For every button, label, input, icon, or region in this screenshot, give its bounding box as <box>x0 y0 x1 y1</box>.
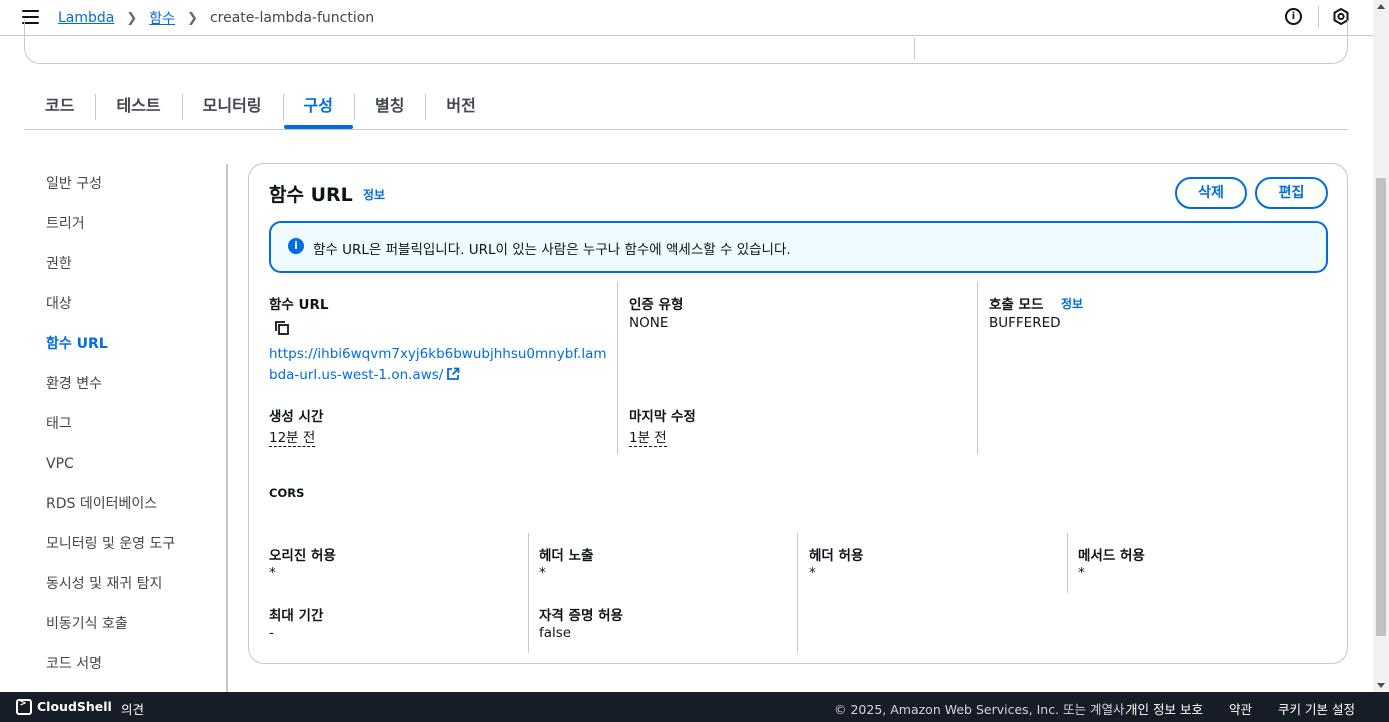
sidenav-item-code-signing[interactable]: 코드 서명 <box>0 644 228 684</box>
delete-button[interactable]: 삭제 <box>1175 177 1247 209</box>
scrollbar-thumb[interactable] <box>1376 178 1386 636</box>
sidenav-item-general[interactable]: 일반 구성 <box>0 164 228 204</box>
cloudshell-link[interactable]: CloudShell <box>37 699 112 714</box>
column-divider <box>977 282 978 454</box>
panel-title: 함수 URL <box>269 184 353 206</box>
tab-monitoring[interactable]: 모니터링 <box>181 88 283 126</box>
invoke-mode-info-link[interactable]: 정보 <box>1061 295 1083 312</box>
page-scrollbar[interactable] <box>1373 0 1389 692</box>
copyright-text: © 2025, Amazon Web Services, Inc. 또는 계열사… <box>834 702 1129 717</box>
allow-headers-label: 헤더 허용 <box>809 548 864 564</box>
tab-code[interactable]: 코드 <box>24 88 95 126</box>
sidenav-item-permissions[interactable]: 권한 <box>0 244 228 284</box>
allow-methods-label: 메서드 허용 <box>1078 548 1145 564</box>
allow-methods-value: * <box>1078 565 1085 581</box>
sidenav-item-triggers[interactable]: 트리거 <box>0 204 228 244</box>
previous-panel-edge <box>24 20 1348 64</box>
function-url-value[interactable]: https://ihbi6wqvm7xyj6kb6bwubjhhsu0mnybf… <box>269 344 609 386</box>
allow-origin-label: 오리진 허용 <box>269 548 336 564</box>
sidenav-item-vpc[interactable]: VPC <box>0 444 228 484</box>
cloudshell-icon[interactable] <box>16 698 32 715</box>
scroll-down-arrow-icon[interactable] <box>1377 683 1385 688</box>
modified-label: 마지막 수정 <box>629 409 696 425</box>
expose-headers-value: * <box>539 565 546 581</box>
sidenav-item-rds-databases[interactable]: RDS 데이터베이스 <box>0 484 228 524</box>
invoke-mode-value: BUFFERED <box>989 315 1061 331</box>
tab-aliases[interactable]: 별칭 <box>353 88 425 126</box>
configuration-side-nav: 일반 구성 트리거 권한 대상 함수 URL 환경 변수 태그 VPC RDS … <box>0 164 228 684</box>
sidenav-item-tags[interactable]: 태그 <box>0 404 228 444</box>
terms-link[interactable]: 약관 <box>1229 699 1252 718</box>
column-divider <box>797 533 798 653</box>
sidenav-item-monitoring-tools[interactable]: 모니터링 및 운영 도구 <box>0 524 228 564</box>
console-footer: CloudShell 의견 © 2025, Amazon Web Service… <box>0 692 1389 722</box>
edit-button[interactable]: 편집 <box>1255 177 1328 209</box>
sidenav-item-concurrency[interactable]: 동시성 및 재귀 탐지 <box>0 564 228 604</box>
sidenav-item-destinations[interactable]: 대상 <box>0 284 228 324</box>
expose-headers-label: 헤더 노출 <box>539 548 594 564</box>
function-url-label: 함수 URL <box>269 297 329 313</box>
auth-type-value: NONE <box>629 315 669 331</box>
auth-type-label: 인증 유형 <box>629 297 684 313</box>
function-url-link[interactable]: https://ihbi6wqvm7xyj6kb6bwubjhhsu0mnybf… <box>269 346 607 383</box>
modified-value[interactable]: 1분 전 <box>629 430 667 447</box>
sidenav-item-async-invocation[interactable]: 비동기식 호출 <box>0 604 228 644</box>
privacy-link[interactable]: 개인 정보 보호 <box>1126 699 1203 718</box>
cors-heading: CORS <box>269 486 305 500</box>
external-link-icon <box>447 367 460 380</box>
column-divider <box>528 533 529 653</box>
column-divider <box>617 282 618 454</box>
tab-configuration[interactable]: 구성 <box>282 88 354 129</box>
panel-info-link[interactable]: 정보 <box>363 186 385 203</box>
alert-text: 함수 URL은 퍼블릭입니다. URL이 있는 사람은 누구나 함수에 액세스할… <box>313 242 791 258</box>
column-divider <box>1067 533 1068 593</box>
function-url-panel: 함수 URL 정보 삭제 편집 i 함수 URL은 퍼블릭입니다. URL이 있… <box>248 163 1348 664</box>
tab-test[interactable]: 테스트 <box>95 88 181 126</box>
public-url-alert: i 함수 URL은 퍼블릭입니다. URL이 있는 사람은 누구나 함수에 액세… <box>269 221 1328 273</box>
allow-origin-value: * <box>269 565 276 581</box>
function-tabs: 코드 테스트 모니터링 구성 별칭 버전 <box>24 88 1348 130</box>
invoke-mode-label: 호출 모드 <box>989 297 1044 313</box>
allow-headers-value: * <box>809 565 816 581</box>
created-value[interactable]: 12분 전 <box>269 430 316 447</box>
created-label: 생성 시간 <box>269 409 324 425</box>
max-age-value: - <box>269 625 274 641</box>
info-icon: i <box>288 238 304 254</box>
sidenav-divider <box>226 164 228 692</box>
copy-icon[interactable] <box>274 320 290 336</box>
max-age-label: 최대 기간 <box>269 608 324 624</box>
sidenav-item-environment-variables[interactable]: 환경 변수 <box>0 364 228 404</box>
feedback-link[interactable]: 의견 <box>121 699 144 718</box>
scroll-up-arrow-icon[interactable] <box>1377 4 1385 9</box>
allow-credentials-label: 자격 증명 허용 <box>539 608 623 624</box>
sidenav-item-function-url[interactable]: 함수 URL <box>0 324 228 364</box>
cookie-preferences-link[interactable]: 쿠키 기본 설정 <box>1278 699 1355 718</box>
tab-versions[interactable]: 버전 <box>425 88 496 126</box>
allow-credentials-value: false <box>539 625 572 641</box>
divider <box>914 38 915 60</box>
